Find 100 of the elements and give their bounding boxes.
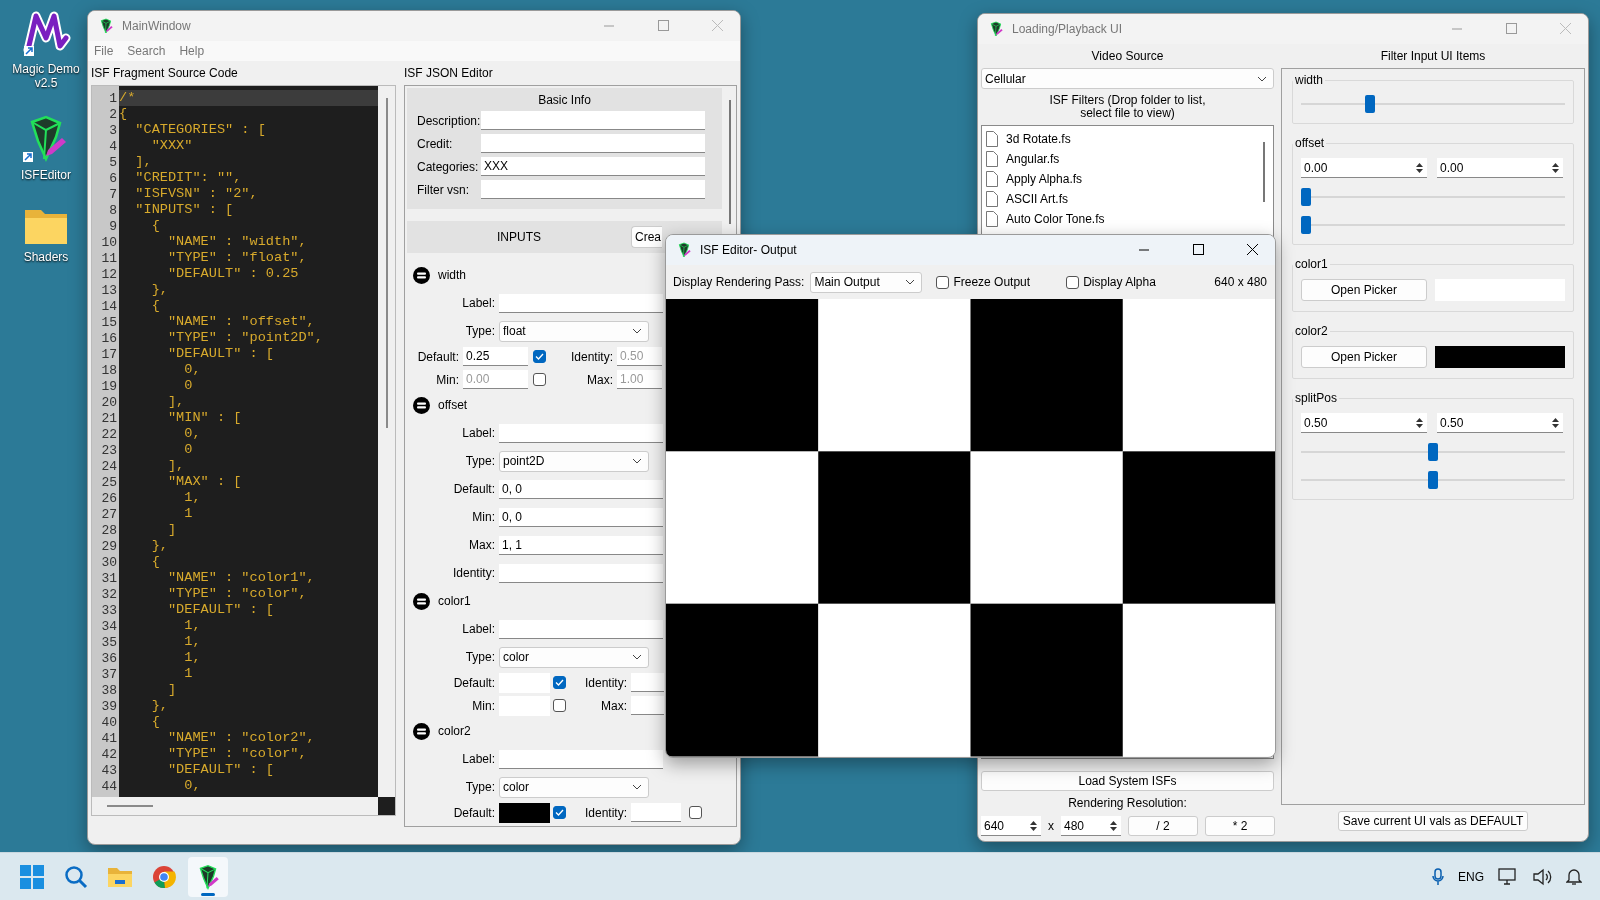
text-field[interactable]: [631, 673, 664, 692]
stepper-icon[interactable]: [1415, 160, 1424, 175]
browser-icon[interactable]: [152, 864, 176, 889]
text-field[interactable]: [499, 749, 663, 769]
open-picker-button[interactable]: Open Picker: [1301, 279, 1427, 301]
speaker-icon[interactable]: [1532, 867, 1552, 886]
checkbox[interactable]: [553, 806, 566, 819]
line-number: 24: [100, 458, 118, 474]
type-dropdown[interactable]: color: [499, 646, 649, 668]
remove-icon[interactable]: [413, 592, 430, 610]
taskbar-button[interactable]: [188, 856, 228, 897]
code-line: "TYPE" : "float",: [166, 250, 308, 266]
type-dropdown[interactable]: point2D: [499, 450, 649, 472]
text-field[interactable]: 0.25: [463, 347, 528, 366]
filter-list-entry[interactable]: ASCII Art.fs: [986, 189, 1269, 209]
filter-list-entry[interactable]: 3d Rotate.fs: [986, 129, 1269, 149]
code-line: ]: [166, 682, 178, 698]
checkbox[interactable]: [689, 806, 702, 819]
monitor-icon[interactable]: [1498, 867, 1518, 886]
language-indicator[interactable]: ENG: [1458, 869, 1484, 884]
scrollbar-thumb[interactable]: [729, 100, 731, 224]
text-field[interactable]: 0, 0: [499, 507, 663, 527]
remove-icon[interactable]: [413, 396, 430, 414]
folder-icon[interactable]: [107, 865, 133, 888]
line-number: 32: [100, 586, 118, 602]
text-field[interactable]: 1, 1: [499, 535, 663, 555]
checkbox[interactable]: [1066, 275, 1080, 289]
menu-item[interactable]: Help: [179, 44, 205, 58]
color-swatch[interactable]: [499, 802, 550, 823]
open-picker-button[interactable]: Open Picker: [1301, 346, 1427, 368]
microphone-icon[interactable]: [1432, 867, 1444, 886]
text-field[interactable]: [499, 293, 663, 313]
filter-list-entry[interactable]: Angular.fs: [986, 149, 1269, 169]
bell-icon[interactable]: [1566, 867, 1582, 886]
text-field[interactable]: 0, 0: [499, 479, 663, 499]
slider-handle[interactable]: [1428, 443, 1438, 461]
code-line: 1,: [183, 650, 202, 666]
chevron-icon: [632, 654, 642, 660]
group-title: color1: [1294, 257, 1329, 271]
spin-field[interactable]: 640: [981, 816, 1041, 836]
icon-label[interactable]: ISFEditor: [4, 168, 88, 182]
text-field[interactable]: [631, 696, 664, 715]
slider-handle[interactable]: [1301, 216, 1311, 234]
create-button[interactable]: Crea: [631, 226, 662, 248]
app-icon: [676, 242, 692, 258]
filter-list-entry[interactable]: Auto Color Tone.fs: [986, 209, 1269, 229]
slider-handle[interactable]: [1301, 188, 1311, 206]
pass-dropdown[interactable]: Main Output: [810, 271, 923, 293]
double-button[interactable]: * 2: [1205, 816, 1275, 836]
chevron-icon: [632, 328, 642, 334]
stepper-icon[interactable]: [1551, 415, 1560, 430]
save-button[interactable]: Save current UI vals as DEFAULT: [1337, 811, 1529, 831]
icon-label[interactable]: Magic Demo v2.5: [4, 62, 88, 90]
text-field[interactable]: [481, 180, 705, 199]
spin-field[interactable]: 0.00: [1437, 158, 1563, 178]
menu-item[interactable]: Search: [127, 44, 166, 58]
source-dropdown[interactable]: Cellular: [981, 68, 1274, 89]
slider-handle[interactable]: [1364, 95, 1375, 113]
half-button[interactable]: / 2: [1128, 816, 1198, 836]
field-label: Filter vsn:: [416, 182, 470, 197]
windows-icon[interactable]: [20, 864, 44, 889]
slider-handle[interactable]: [1428, 471, 1438, 489]
text-field[interactable]: [499, 619, 663, 639]
filter-list-entry[interactable]: Apply Alpha.fs: [986, 169, 1269, 189]
code-editor[interactable]: [91, 85, 396, 816]
remove-icon[interactable]: [413, 722, 430, 740]
code-line: 0,: [183, 426, 202, 442]
stepper-icon[interactable]: [1415, 415, 1424, 430]
stepper-icon[interactable]: [1029, 818, 1038, 833]
line-number: 7: [108, 186, 118, 202]
line-number: 31: [100, 570, 118, 586]
window-title: MainWindow: [122, 19, 192, 33]
spin-field[interactable]: 480: [1061, 816, 1121, 836]
checkbox[interactable]: [553, 676, 566, 689]
remove-icon[interactable]: [413, 266, 430, 284]
checkbox[interactable]: [553, 699, 566, 712]
text-field[interactable]: [499, 423, 663, 443]
text-field[interactable]: [631, 803, 681, 822]
spin-field[interactable]: 0.50: [1301, 413, 1427, 433]
checkbox-label[interactable]: Display Alpha: [1083, 275, 1156, 289]
checkbox[interactable]: [936, 275, 950, 289]
icon-label[interactable]: Shaders: [4, 250, 88, 264]
menu-item[interactable]: File: [94, 44, 114, 58]
stepper-icon[interactable]: [1109, 818, 1118, 833]
type-dropdown[interactable]: float: [499, 320, 649, 342]
spin-field[interactable]: 0.50: [1437, 413, 1563, 433]
text-field[interactable]: [481, 134, 705, 153]
spin-field[interactable]: 0.00: [1301, 158, 1427, 178]
checkbox-label[interactable]: Freeze Output: [953, 275, 1031, 289]
text-field[interactable]: [481, 111, 705, 130]
checkbox[interactable]: [533, 350, 546, 363]
stepper-icon[interactable]: [1551, 160, 1560, 175]
text-field[interactable]: [499, 563, 663, 583]
type-dropdown[interactable]: color: [499, 776, 649, 798]
code-line: "NAME" : "offset",: [166, 314, 316, 330]
code-line: "TYPE" : "color",: [166, 746, 308, 762]
load-button[interactable]: Load System ISFs: [981, 771, 1274, 791]
search-icon[interactable]: [64, 864, 88, 889]
code-line: "NAME" : "color1",: [166, 570, 316, 586]
text-field[interactable]: XXX: [481, 157, 705, 176]
